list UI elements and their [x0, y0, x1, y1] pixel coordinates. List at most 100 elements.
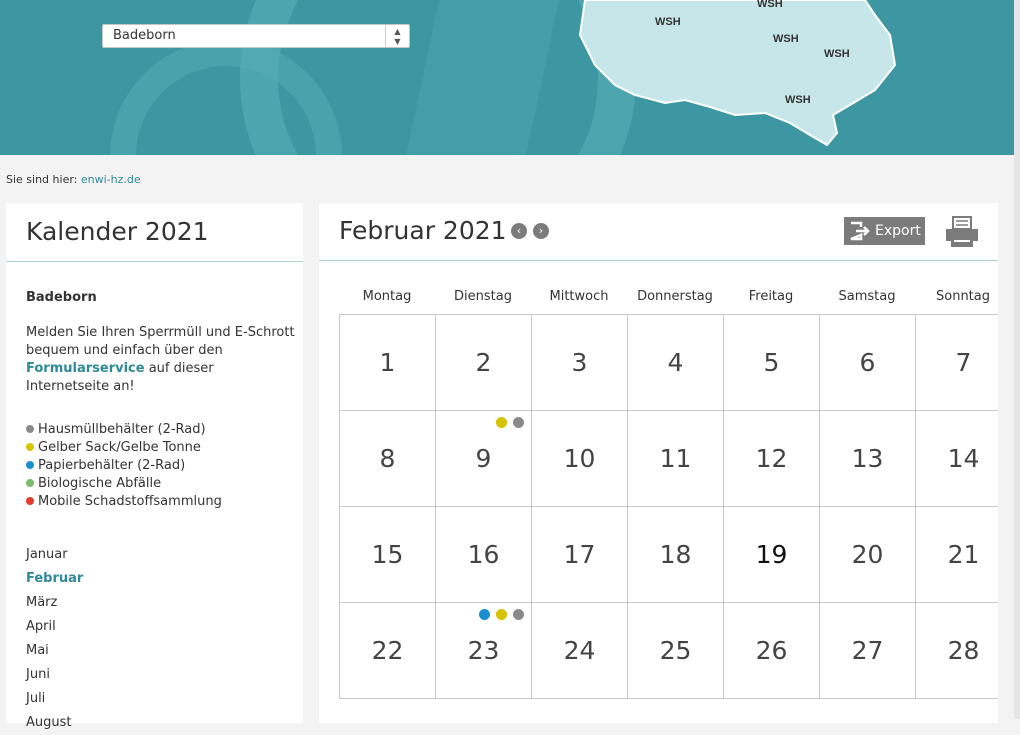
legend-dot-icon [26, 497, 34, 505]
day-number: 6 [859, 348, 876, 377]
day-cell[interactable]: 2 [435, 314, 531, 410]
map-label: WSH [757, 0, 783, 10]
day-number: 12 [755, 444, 788, 473]
pickup-dot-icon [479, 609, 490, 620]
day-number: 5 [763, 348, 780, 377]
breadcrumb-link-home[interactable]: enwi-hz.de [81, 173, 141, 186]
day-number: 9 [475, 444, 492, 473]
weekday-label: Montag [362, 289, 412, 304]
map-label: HARZ [705, 0, 732, 2]
day-cell[interactable]: 10 [531, 410, 627, 506]
day-cell[interactable]: 12 [723, 410, 819, 506]
prev-month-button[interactable]: ‹ [511, 223, 527, 239]
calendar-grid-bottom-border [339, 698, 998, 699]
export-button[interactable]: Export [844, 217, 925, 245]
day-cell[interactable]: 17 [531, 506, 627, 602]
month-list: Januar Februar März April Mai Juni Juli August [26, 543, 83, 735]
day-cell[interactable]: 25 [627, 602, 723, 698]
formularservice-link[interactable]: Formularservice [26, 361, 145, 376]
weekday-label: Freitag [748, 289, 794, 304]
day-cell[interactable]: 18 [627, 506, 723, 602]
map-label: WSH [655, 16, 681, 28]
pickup-dot-icon [496, 609, 507, 620]
day-cell[interactable]: 23 [435, 602, 531, 698]
day-cell[interactable]: 27 [819, 602, 915, 698]
calendar-title: Februar 2021 [339, 216, 507, 245]
day-cell[interactable]: 11 [627, 410, 723, 506]
day-cell[interactable]: 6 [819, 314, 915, 410]
month-link-mai[interactable]: Mai [26, 639, 83, 663]
day-cell[interactable]: 5 [723, 314, 819, 410]
breadcrumb-prefix: Sie sind hier: [6, 173, 78, 186]
weekday-label: Mittwoch [549, 289, 609, 304]
day-number: 16 [467, 540, 500, 569]
legend-label: Biologische Abfälle [38, 476, 162, 491]
day-number: 15 [371, 540, 404, 569]
month-link-märz[interactable]: März [26, 591, 83, 615]
day-cell[interactable]: 7 [915, 314, 998, 410]
month-link-juni[interactable]: Juni [26, 663, 83, 687]
day-number: 13 [851, 444, 884, 473]
district-select-value: Badeborn [113, 28, 176, 43]
printer-icon[interactable] [945, 216, 979, 248]
legend-dot-icon [26, 479, 34, 487]
day-cell[interactable]: 16 [435, 506, 531, 602]
page-scrollbar[interactable] [1014, 0, 1020, 719]
month-link-februar[interactable]: Februar [26, 567, 83, 591]
day-number: 2 [475, 348, 492, 377]
day-cell[interactable]: 28 [915, 602, 998, 698]
info-text: Melden Sie Ihren Sperrmüll und E-Schrott… [26, 324, 296, 396]
day-cell[interactable]: 9 [435, 410, 531, 506]
day-cell[interactable]: 22 [339, 602, 435, 698]
day-number: 19 [755, 540, 788, 569]
legend-list: Hausmüllbehälter (2-Rad) Gelber Sack/Gelb… [26, 421, 222, 511]
day-number: 7 [955, 348, 972, 377]
info-text-before: Melden Sie Ihren Sperrmüll und E-Schrott… [26, 325, 295, 358]
day-cell[interactable]: 1 [339, 314, 435, 410]
legend-dot-icon [26, 425, 34, 433]
weekday-label: Sonntag [936, 289, 990, 304]
day-number: 11 [659, 444, 692, 473]
day-cell[interactable]: 8 [339, 410, 435, 506]
day-number: 27 [851, 636, 884, 665]
district-select[interactable]: Badeborn ▲ ▼ [102, 24, 410, 48]
day-number: 20 [851, 540, 884, 569]
pickup-indicators [435, 609, 531, 621]
month-link-juli[interactable]: Juli [26, 687, 83, 711]
day-number: 1 [379, 348, 396, 377]
day-cell[interactable]: 24 [531, 602, 627, 698]
day-number: 24 [563, 636, 596, 665]
header-banner: HARZ WSH WSH WSH WSH WSH Badeborn ▲▼ [0, 0, 1014, 155]
weekday-label: Dienstag [454, 289, 512, 304]
day-number: 22 [371, 636, 404, 665]
weekday-label: Donnerstag [637, 289, 713, 304]
pickup-dot-icon [496, 417, 507, 428]
day-number: 8 [379, 444, 396, 473]
month-link-august[interactable]: August [26, 711, 83, 735]
day-cell[interactable]: 4 [627, 314, 723, 410]
day-number: 21 [947, 540, 980, 569]
day-cell[interactable]: 20 [819, 506, 915, 602]
calendar-divider [319, 260, 998, 261]
calendar-panel: Februar 2021 ‹ › Export Montag Dienstag Mi… [319, 203, 998, 723]
day-cell[interactable]: 19 [723, 506, 819, 602]
location-name: Badeborn [26, 290, 97, 305]
legend-label: Papierbehälter (2-Rad) [38, 458, 186, 473]
day-number: 28 [947, 636, 980, 665]
day-cell[interactable]: 15 [339, 506, 435, 602]
next-month-button[interactable]: › [533, 223, 549, 239]
district-map: HARZ WSH WSH WSH WSH WSH [578, 0, 897, 147]
month-link-april[interactable]: April [26, 615, 83, 639]
day-cell[interactable]: 13 [819, 410, 915, 506]
day-cell[interactable]: 26 [723, 602, 819, 698]
day-cell[interactable]: 3 [531, 314, 627, 410]
legend-label: Hausmüllbehälter (2-Rad) [38, 422, 206, 437]
day-cell[interactable]: 21 [915, 506, 998, 602]
month-link-januar[interactable]: Januar [26, 543, 83, 567]
day-number: 4 [667, 348, 684, 377]
legend-item: Biologische Abfälle [26, 475, 222, 493]
day-number: 23 [467, 636, 500, 665]
map-label: WSH [773, 33, 799, 45]
day-number: 26 [755, 636, 788, 665]
day-cell[interactable]: 14 [915, 410, 998, 506]
